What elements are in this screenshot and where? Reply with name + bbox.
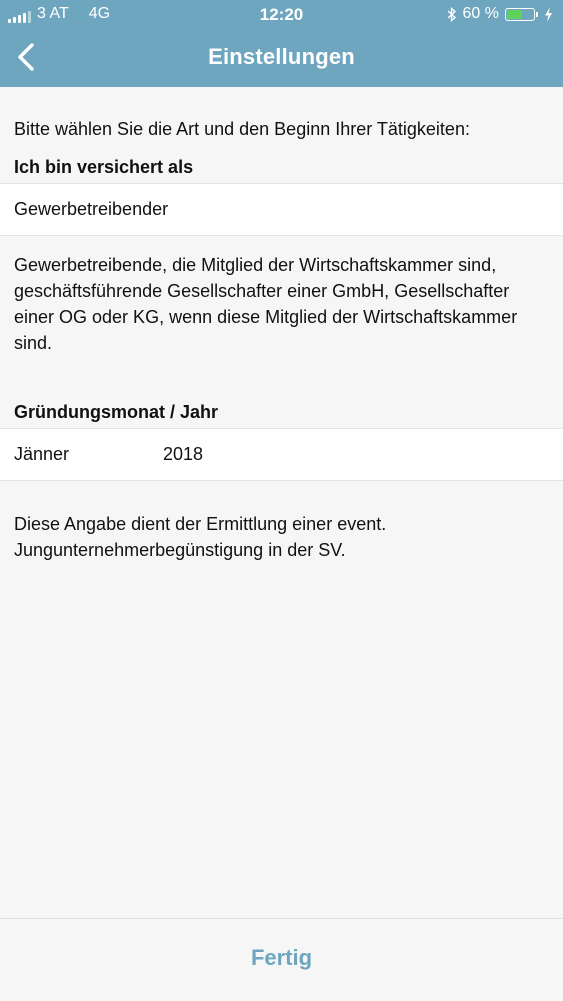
insured-label: Ich bin versichert als xyxy=(14,157,194,177)
footer: Fertig xyxy=(0,918,563,1001)
charging-icon xyxy=(545,6,552,22)
done-button[interactable]: Fertig xyxy=(0,945,563,971)
intro-text: Bitte wählen Sie die Art und den Beginn … xyxy=(14,119,470,139)
status-right: 60 % xyxy=(447,5,553,23)
battery-level xyxy=(507,9,522,19)
founding-date-picker[interactable]: Jänner 2018 xyxy=(0,428,563,481)
bluetooth-icon xyxy=(447,6,456,22)
insured-description: Gewerbetreibende, die Mitglied der Wirts… xyxy=(14,255,518,353)
founding-month: Jänner xyxy=(14,444,70,464)
status-bar: 3 AT 4G 12:20 60 % xyxy=(0,0,563,30)
header: 3 AT 4G 12:20 60 % Einstellungen xyxy=(0,0,563,87)
settings-content: Bitte wählen Sie die Art und den Beginn … xyxy=(0,87,563,563)
page-title: Einstellungen xyxy=(208,44,355,69)
insured-type-value: Gewerbetreibender xyxy=(14,199,169,219)
founding-label: Gründungsmonat / Jahr xyxy=(14,402,219,422)
battery-percent: 60 % xyxy=(462,5,499,22)
nav-bar: Einstellungen xyxy=(0,30,563,87)
founding-year: 2018 xyxy=(163,444,204,464)
founding-note: Diese Angabe dient der Ermittlung einer … xyxy=(14,514,387,560)
battery-icon xyxy=(505,7,538,21)
insured-type-select[interactable]: Gewerbetreibender xyxy=(0,183,563,236)
